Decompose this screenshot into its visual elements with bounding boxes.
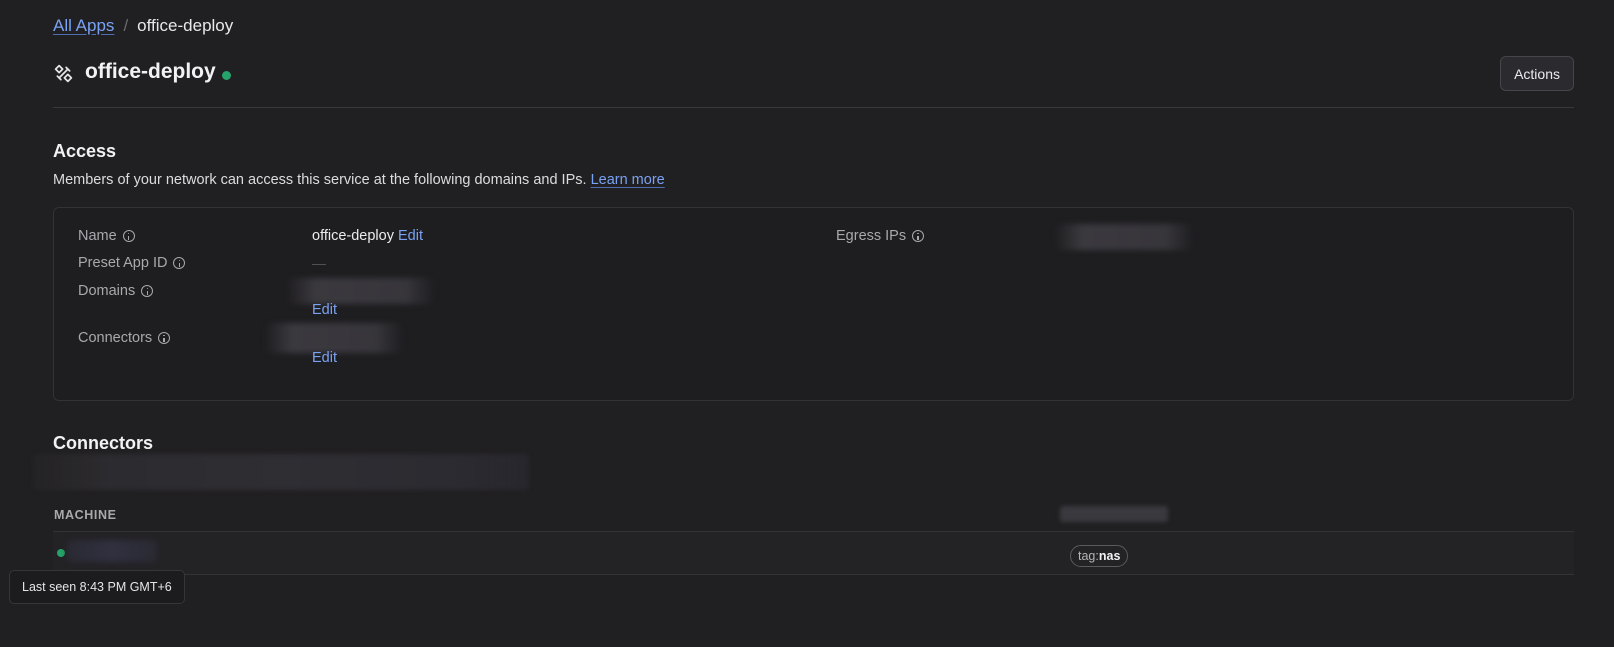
breadcrumb-all-apps-link[interactable]: All Apps	[53, 16, 114, 36]
page-header: office-deploy Actions	[53, 56, 1574, 108]
connectors-value-redacted	[264, 323, 404, 353]
breadcrumb: All Apps / office-deploy	[53, 16, 233, 36]
info-icon[interactable]	[122, 230, 135, 242]
name-label: Name	[78, 228, 135, 244]
egress-ips-value-redacted	[1054, 224, 1194, 250]
tools-icon	[54, 64, 73, 83]
breadcrumb-separator: /	[123, 16, 129, 35]
name-label-text: Name	[78, 228, 117, 244]
connectors-label: Connectors	[78, 330, 171, 346]
domains-label-text: Domains	[78, 283, 136, 299]
access-description: Members of your network can access this …	[53, 172, 665, 188]
app-detail-page: All Apps / office-deploy office-deploy A…	[0, 0, 1614, 647]
name-value: office-deploy	[312, 228, 394, 244]
preset-app-id-label-text: Preset App ID	[78, 255, 168, 271]
tag-value: nas	[1098, 549, 1121, 563]
last-seen-tooltip: Last seen 8:43 PM GMT+6	[9, 570, 185, 604]
actions-button[interactable]: Actions	[1500, 56, 1574, 91]
learn-more-link[interactable]: Learn more	[591, 172, 665, 188]
info-icon[interactable]	[141, 285, 154, 297]
domains-value-redacted	[286, 278, 436, 304]
info-icon[interactable]	[912, 230, 925, 242]
machine-column-header[interactable]: MACHINE	[54, 508, 117, 522]
tag-prefix: tag:	[1078, 549, 1099, 563]
breadcrumb-current: office-deploy	[137, 16, 234, 35]
preset-app-id-label: Preset App ID	[78, 255, 186, 271]
access-details-card: Name office-deploy Edit Preset App ID — …	[53, 207, 1574, 401]
egress-ips-label: Egress IPs	[836, 228, 925, 244]
info-icon[interactable]	[173, 257, 186, 269]
edit-domains-link[interactable]: Edit	[312, 302, 337, 318]
connectors-description-redacted	[33, 454, 529, 490]
preset-app-id-value: —	[312, 255, 326, 271]
page-title: office-deploy	[85, 60, 216, 83]
access-description-text: Members of your network can access this …	[53, 172, 587, 188]
connectors-section-title: Connectors	[53, 433, 154, 453]
info-icon[interactable]	[158, 332, 171, 344]
tag-badge: tag: nas	[1070, 545, 1129, 567]
column-header-redacted	[1060, 506, 1168, 522]
egress-ips-label-text: Egress IPs	[836, 228, 907, 244]
edit-connectors-link[interactable]: Edit	[312, 350, 337, 366]
connectors-table-header: MACHINE	[53, 498, 1574, 532]
status-indicator	[222, 71, 231, 80]
connectors-label-text: Connectors	[78, 330, 153, 346]
online-status-dot	[57, 549, 65, 557]
domains-label: Domains	[78, 283, 154, 299]
access-section-title: Access	[53, 141, 117, 161]
table-row[interactable]: tag: nas	[53, 532, 1574, 575]
machine-name-redacted[interactable]	[67, 540, 157, 562]
name-value-row: office-deploy Edit	[312, 228, 423, 244]
edit-name-link[interactable]: Edit	[398, 228, 423, 244]
